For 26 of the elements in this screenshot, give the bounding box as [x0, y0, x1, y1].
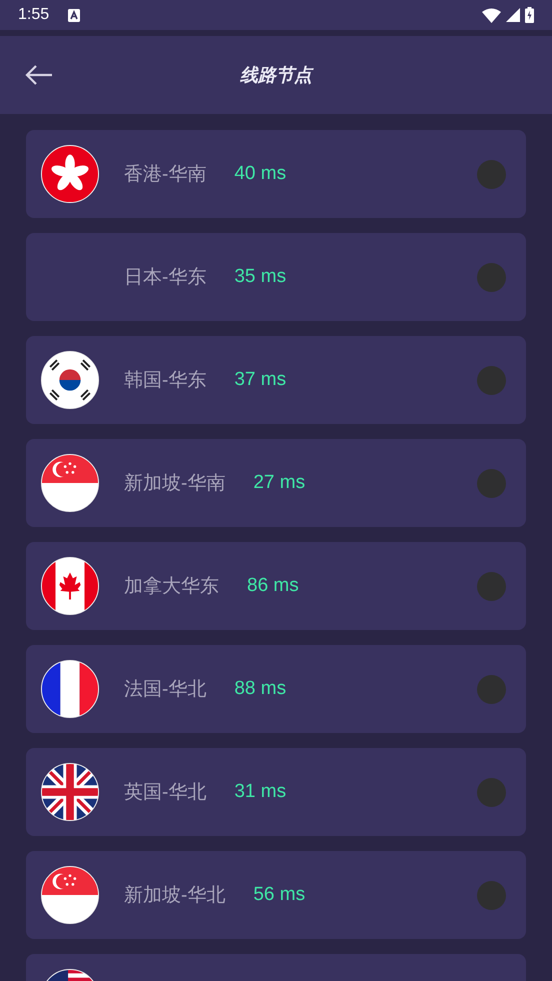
server-card[interactable]: 韩国-华东 37 ms — [26, 336, 526, 424]
server-card[interactable]: 法国-华北 88 ms — [26, 645, 526, 733]
server-name: 韩国-华东 — [124, 369, 206, 393]
latency: 37 ms — [234, 369, 286, 391]
clock: 1:55 — [18, 6, 50, 24]
server-name: 新加坡-华北 — [124, 884, 226, 908]
server-name: 日本-华东 — [124, 266, 206, 290]
server-card[interactable]: 加拿大华东 86 ms — [26, 542, 526, 630]
server-name: 英国-华北 — [124, 781, 206, 805]
server-card[interactable]: 香港-华南 40 ms — [26, 130, 526, 218]
server-card[interactable]: 日本-华东 35 ms — [26, 233, 526, 321]
latency: 88 ms — [234, 678, 286, 700]
server-card[interactable]: 新加坡-华北 56 ms — [26, 851, 526, 939]
latency: 31 ms — [234, 781, 286, 803]
server-card[interactable]: 英国-华北 31 ms — [26, 748, 526, 836]
latency: 56 ms — [253, 884, 306, 906]
latency: 35 ms — [234, 266, 286, 288]
latency: 27 ms — [253, 472, 306, 494]
server-name: 香港-华南 — [124, 163, 206, 187]
server-card[interactable]: 新加坡-华南 27 ms — [26, 439, 526, 527]
latency: 86 ms — [247, 575, 299, 597]
server-name: 法国-华北 — [124, 678, 206, 702]
page-title: 线路节点 — [240, 64, 312, 87]
server-name: 加拿大华东 — [124, 575, 219, 599]
latency: 40 ms — [234, 163, 286, 185]
server-name: 新加坡-华南 — [124, 472, 226, 496]
